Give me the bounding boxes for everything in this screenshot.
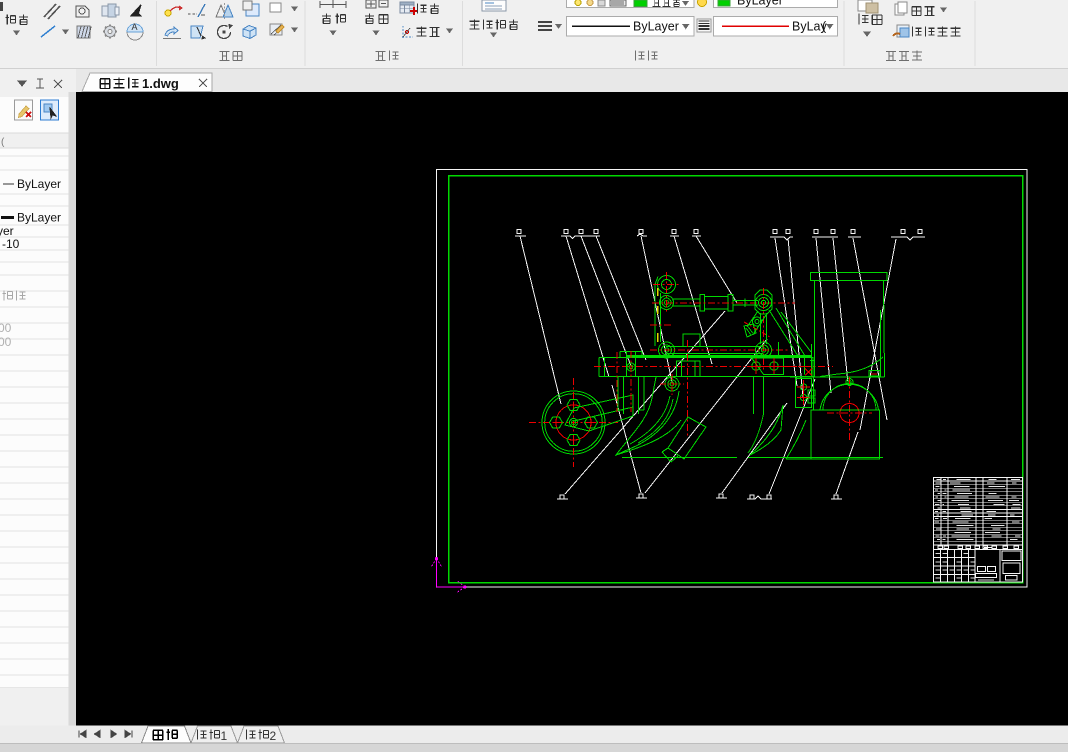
svg-text:00: 00 — [0, 335, 12, 349]
svg-text:A: A — [132, 22, 138, 32]
svg-text:ByLayer: ByLayer — [17, 211, 61, 225]
svg-text:ByLayer: ByLayer — [737, 0, 783, 8]
svg-text:1.dwg: 1.dwg — [142, 76, 179, 91]
svg-text:yer: yer — [0, 224, 14, 238]
svg-text:1: 1 — [221, 729, 228, 743]
svg-text:2: 2 — [270, 729, 277, 743]
svg-text:ByLayer: ByLayer — [633, 20, 679, 34]
svg-text:-10: -10 — [2, 237, 20, 251]
svg-text:ByLayer: ByLayer — [17, 177, 61, 191]
svg-text:00: 00 — [0, 321, 12, 335]
